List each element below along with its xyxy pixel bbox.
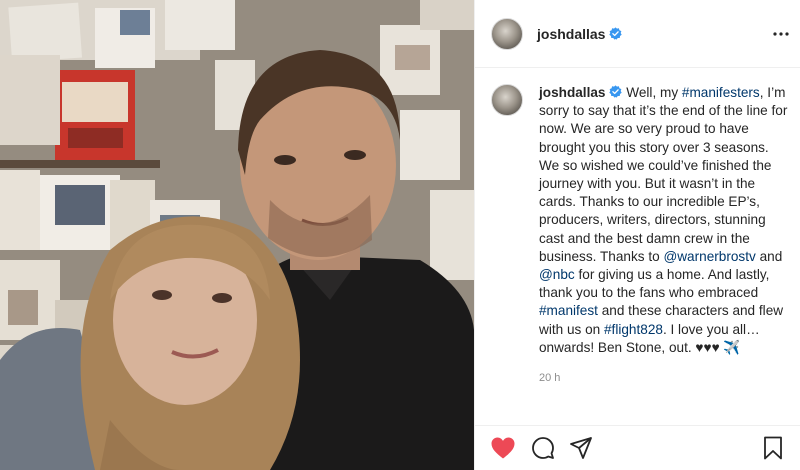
action-bar <box>475 425 800 470</box>
mention-link-nbc[interactable]: @nbc <box>539 267 575 282</box>
caption-avatar[interactable] <box>491 84 523 116</box>
caption-text: joshdallas Well, my #manifesters, I’m so… <box>539 84 791 357</box>
caption-seg-0: Well, my <box>622 85 682 100</box>
post-header: joshdallas <box>475 0 800 68</box>
post-timestamp[interactable]: 20 h <box>539 372 791 384</box>
more-options-button[interactable] <box>769 22 793 46</box>
hashtag-link-manifesters[interactable]: #manifesters <box>682 85 760 100</box>
post-panel: joshdallas joshdallas Well, my #manifest… <box>474 0 800 470</box>
caption-seg-2: , I’m sorry to say that it’s the end of … <box>539 85 788 264</box>
post-photo[interactable] <box>0 0 474 470</box>
author-username[interactable]: joshdallas <box>537 26 605 42</box>
caption-block: joshdallas Well, my #manifesters, I’m so… <box>491 84 791 384</box>
bookmark-icon <box>764 436 782 460</box>
save-button[interactable] <box>761 436 785 460</box>
comment-button[interactable] <box>531 436 555 460</box>
verified-badge-icon <box>609 85 623 98</box>
mention-link-warnerbrostv[interactable]: @warnerbrostv <box>663 249 755 264</box>
comment-icon <box>532 437 554 459</box>
like-button[interactable] <box>491 436 515 460</box>
author-avatar[interactable] <box>491 17 523 50</box>
caption-seg-4: and <box>755 248 783 264</box>
hashtag-link-flight828[interactable]: #flight828 <box>604 322 663 337</box>
hashtag-link-manifest[interactable]: #manifest <box>539 303 598 318</box>
verified-badge-icon <box>609 27 623 40</box>
more-horizontal-icon <box>773 32 789 36</box>
photo-image <box>0 0 474 470</box>
send-icon <box>570 437 592 459</box>
caption-username[interactable]: joshdallas <box>539 85 605 100</box>
heart-filled-icon <box>491 437 515 459</box>
share-button[interactable] <box>569 436 593 460</box>
